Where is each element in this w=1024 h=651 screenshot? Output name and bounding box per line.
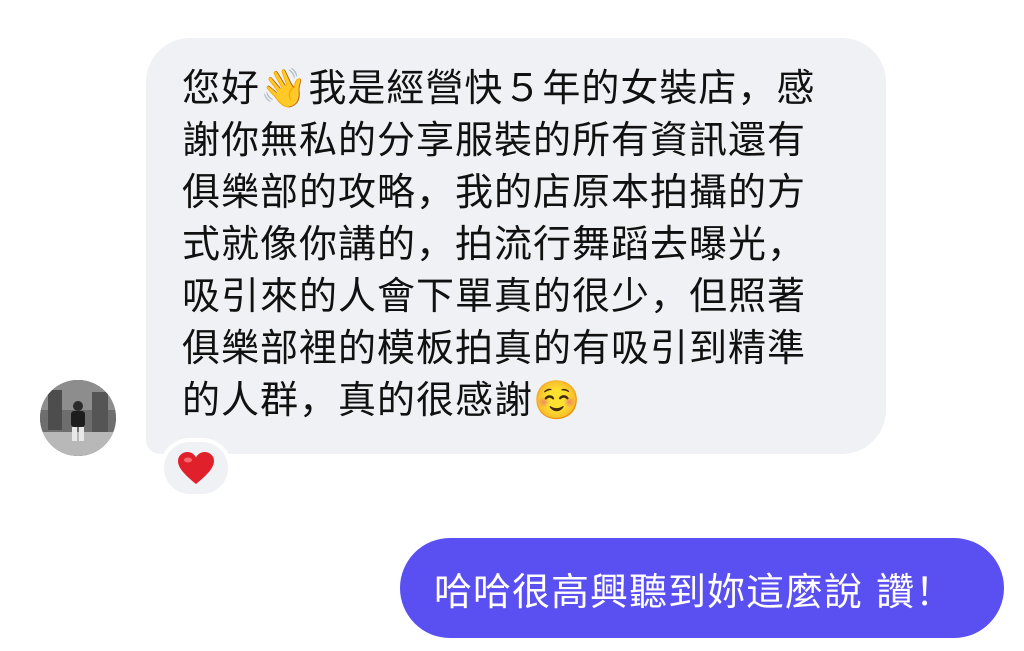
heart-icon [178,452,214,484]
sender-avatar[interactable] [40,380,116,456]
outgoing-message-text: 哈哈很高興聽到妳這麼說 讚！ [434,569,955,614]
message-reaction[interactable] [160,438,232,498]
outgoing-message-bubble[interactable]: 哈哈很高興聽到妳這麼說 讚！ [400,538,1004,638]
avatar-photo-icon [40,380,116,456]
incoming-message-bubble[interactable]: 您好👋我是經營快５年的女裝店，感 謝你無私的分享服裝的所有資訊還有 俱樂部的攻略… [146,38,886,454]
incoming-message-text: 您好👋我是經營快５年的女裝店，感 謝你無私的分享服裝的所有資訊還有 俱樂部的攻略… [182,66,816,422]
